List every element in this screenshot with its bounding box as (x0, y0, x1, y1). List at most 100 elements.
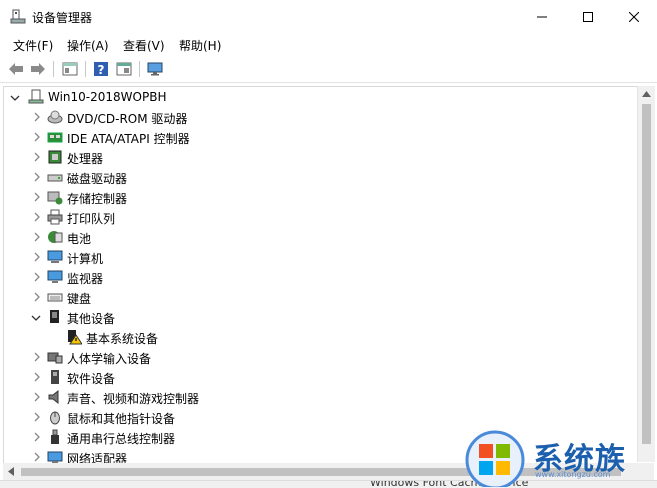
chevron-down-icon (10, 95, 20, 101)
tree-item[interactable]: 软件设备 (4, 367, 638, 387)
tree-item[interactable]: 存储控制器 (4, 187, 638, 207)
device-manager-icon (10, 9, 26, 24)
forward-button[interactable] (29, 60, 47, 78)
expand-toggle[interactable] (29, 409, 43, 425)
expand-toggle[interactable] (29, 349, 43, 365)
vertical-scrollbar[interactable] (637, 86, 655, 462)
ide-controller-icon (47, 132, 63, 143)
network-adapter-icon (47, 451, 63, 463)
tree-item[interactable]: 处理器 (4, 147, 638, 167)
sound-icon (48, 389, 59, 405)
tree-item[interactable]: 人体学输入设备 (4, 347, 638, 367)
help-button[interactable]: ? (92, 60, 110, 78)
tree-item[interactable]: IDE ATA/ATAPI 控制器 (4, 127, 638, 147)
expand-toggle[interactable] (8, 89, 22, 105)
chevron-right-icon (34, 392, 40, 402)
tree-item-label: 其他设备 (67, 312, 116, 326)
tree-item[interactable]: 电池 (4, 227, 638, 247)
vertical-scroll-thumb[interactable] (642, 104, 651, 444)
tree-item-label: 键盘 (67, 292, 92, 306)
tree-item[interactable]: 声音、视频和游戏控制器 (4, 387, 638, 407)
expand-toggle[interactable] (29, 189, 43, 205)
back-arrow-icon (9, 63, 23, 75)
toolbar-separator (139, 61, 140, 77)
expand-toggle[interactable] (29, 169, 43, 185)
expand-toggle[interactable] (29, 129, 43, 145)
view-button[interactable] (115, 60, 133, 78)
tree-item[interactable]: 计算机 (4, 247, 638, 267)
scroll-left-icon (8, 467, 14, 476)
expand-toggle[interactable] (29, 369, 43, 385)
scan-hardware-button[interactable] (146, 60, 164, 78)
tree-item[interactable]: 键盘 (4, 287, 638, 307)
monitor-icon (147, 62, 163, 76)
menu-help[interactable]: 帮助(H) (179, 37, 221, 54)
warning-device-icon (68, 330, 82, 345)
maximize-button[interactable] (565, 0, 611, 33)
tree-child-item[interactable]: 基本系统设备 (4, 327, 638, 347)
watermark: 系统族 www.xitongzu.com (455, 430, 657, 487)
chevron-right-icon (34, 212, 40, 222)
tree-item[interactable]: 磁盘驱动器 (4, 167, 638, 187)
expand-toggle[interactable] (29, 229, 43, 245)
tree-item[interactable]: 其他设备 (4, 307, 638, 327)
toolbar-separator (85, 61, 86, 77)
windows-logo-icon (465, 430, 525, 487)
expand-toggle[interactable] (29, 429, 43, 445)
chevron-right-icon (34, 232, 40, 242)
menu-bar: 文件(F) 操作(A) 查看(V) 帮助(H) (0, 33, 657, 55)
tree-item[interactable]: 鼠标和其他指针设备 (4, 407, 638, 427)
expand-toggle[interactable] (29, 209, 43, 225)
toolbar-separator (53, 61, 54, 77)
close-button[interactable] (611, 0, 657, 33)
expand-toggle[interactable] (29, 389, 43, 405)
minimize-button[interactable] (519, 0, 565, 33)
expand-toggle[interactable] (29, 249, 43, 265)
back-button[interactable] (7, 60, 25, 78)
expand-toggle[interactable] (29, 269, 43, 285)
mouse-icon (50, 411, 60, 425)
help-icon: ? (94, 62, 108, 77)
tree-item[interactable]: DVD/CD-ROM 驱动器 (4, 107, 638, 127)
forward-arrow-icon (31, 63, 45, 75)
tree-item-label: 存储控制器 (67, 192, 128, 206)
chevron-right-icon (34, 112, 40, 122)
tree-item-label: 计算机 (67, 252, 104, 266)
tree-item-label: IDE ATA/ATAPI 控制器 (67, 132, 190, 146)
menu-view[interactable]: 查看(V) (123, 37, 165, 54)
chevron-right-icon (34, 452, 40, 462)
expand-toggle[interactable] (29, 109, 43, 125)
tree-item-label: 鼠标和其他指针设备 (67, 412, 176, 426)
menu-file[interactable]: 文件(F) (13, 37, 53, 54)
properties-icon (62, 62, 78, 76)
tree-item-label: 电池 (67, 232, 92, 246)
expand-toggle[interactable] (29, 309, 43, 325)
minimize-icon (537, 16, 547, 17)
view-icon (116, 62, 132, 76)
keyboard-icon (47, 293, 63, 302)
menu-action[interactable]: 操作(A) (67, 37, 109, 54)
chevron-right-icon (34, 132, 40, 142)
tree-item-label: 磁盘驱动器 (67, 172, 128, 186)
disk-drive-icon (47, 174, 63, 182)
tree-item[interactable]: 打印队列 (4, 207, 638, 227)
tree-item-label: DVD/CD-ROM 驱动器 (67, 112, 188, 126)
tree-item-label: 监视器 (67, 272, 104, 286)
chevron-right-icon (34, 152, 40, 162)
tree-root[interactable]: Win10-2018WOPBH (4, 87, 638, 107)
tree-item[interactable]: 监视器 (4, 267, 638, 287)
expand-toggle[interactable] (29, 149, 43, 165)
battery-icon (48, 231, 63, 243)
properties-button[interactable] (61, 60, 79, 78)
device-tree: Win10-2018WOPBH DVD/CD-ROM 驱动器 IDE ATA/ATA… (3, 86, 638, 464)
chevron-right-icon (34, 432, 40, 442)
expand-toggle[interactable] (29, 289, 43, 305)
expand-toggle[interactable] (29, 449, 43, 463)
close-icon (629, 11, 639, 22)
processor-icon (48, 150, 62, 164)
tree-item-label: 网络适配器 (67, 452, 128, 464)
chevron-right-icon (34, 372, 40, 382)
usb-icon (51, 429, 59, 444)
chevron-right-icon (34, 352, 40, 362)
tree-item-label: 声音、视频和游戏控制器 (67, 392, 200, 406)
